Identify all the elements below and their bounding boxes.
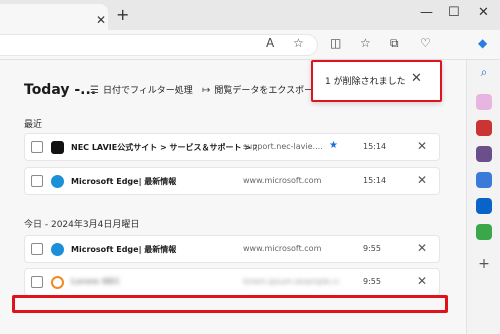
close-window-icon[interactable]: ✕	[478, 6, 489, 19]
row-checkbox[interactable]	[31, 141, 43, 153]
add-sidebar-icon[interactable]: +	[476, 256, 492, 272]
new-tab-icon[interactable]: +	[116, 7, 129, 23]
history-row[interactable]: Lorem NEC lorem.ipsum.example.com 9:55 ✕	[24, 268, 440, 296]
section-label-today: 今日 - 2024年3月4日月曜日	[24, 220, 140, 230]
row-title: Lorem NEC	[71, 277, 121, 286]
history-row[interactable]: Microsoft Edge| 最新情報 www.microsoft.com 9…	[24, 235, 440, 263]
delete-icon[interactable]: ✕	[417, 274, 427, 288]
edge-favicon-icon	[51, 175, 64, 188]
search-icon[interactable]: ⌕	[476, 64, 492, 80]
row-time: 9:55	[363, 244, 381, 253]
toast-message: 1 が削除されました	[325, 77, 406, 87]
tab-strip: ✕ + — ☐ ✕	[0, 0, 500, 30]
games-icon[interactable]	[476, 146, 492, 162]
row-time: 15:14	[363, 142, 387, 151]
row-checkbox[interactable]	[31, 175, 43, 187]
deleted-toast: 1 が削除されました ✕	[311, 60, 442, 102]
outlook-icon[interactable]	[476, 198, 492, 214]
export-label: 閲覧データをエクスポート	[214, 86, 312, 96]
copilot-icon[interactable]: ◆	[478, 36, 487, 50]
favorites-bar-icon[interactable]: ☆	[360, 36, 371, 50]
read-aloud-icon[interactable]: A	[266, 36, 274, 50]
split-screen-icon[interactable]: ◫	[330, 36, 341, 50]
maximize-icon[interactable]: ☐	[448, 6, 460, 19]
row-time: 15:14	[363, 176, 387, 185]
tools-icon[interactable]	[476, 120, 492, 136]
toast-close-icon[interactable]: ✕	[411, 71, 422, 86]
nec-favicon-icon	[51, 141, 64, 154]
active-tab[interactable]: ✕	[0, 4, 108, 30]
favorite-icon[interactable]: ☆	[293, 36, 304, 50]
history-row[interactable]: NEC LAVIE公式サイト > サービス＆サポート > ホ... suppor…	[24, 133, 440, 161]
row-title: Microsoft Edge| 最新情報	[71, 245, 177, 254]
filter-icon: ☰	[90, 85, 99, 96]
minimize-icon[interactable]: —	[420, 6, 433, 19]
edge-favicon-icon	[51, 243, 64, 256]
delete-icon[interactable]: ✕	[417, 173, 427, 187]
row-title: NEC LAVIE公式サイト > サービス＆サポート > ホ...	[71, 143, 257, 152]
row-checkbox[interactable]	[31, 276, 43, 288]
section-label-recent: 最近	[24, 120, 43, 130]
extensions-icon[interactable]: ♡	[420, 36, 431, 50]
collections-icon[interactable]: ⧉	[390, 36, 399, 50]
drop-icon[interactable]	[476, 224, 492, 240]
history-row[interactable]: Microsoft Edge| 最新情報 www.microsoft.com 1…	[24, 167, 440, 195]
row-title: Microsoft Edge| 最新情報	[71, 177, 177, 186]
row-checkbox[interactable]	[31, 243, 43, 255]
export-button[interactable]: ↦ 閲覧データをエクスポート	[202, 83, 312, 96]
delete-icon[interactable]: ✕	[417, 241, 427, 255]
microsoft365-icon[interactable]	[476, 172, 492, 188]
export-icon: ↦	[202, 85, 211, 96]
row-time: 9:55	[363, 277, 381, 286]
right-sidebar: ⌕ +	[466, 60, 500, 334]
row-url: www.microsoft.com	[243, 176, 322, 185]
star-icon: ★	[329, 140, 338, 151]
tab-close-icon[interactable]: ✕	[96, 14, 106, 26]
row-url: support.nec-lavie....	[243, 142, 323, 151]
orange-favicon-icon	[51, 276, 64, 289]
delete-icon[interactable]: ✕	[417, 139, 427, 153]
page-title: Today -...	[24, 82, 97, 98]
filter-by-date-button[interactable]: ☰ 日付でフィルター処理	[90, 83, 193, 96]
highlight-box	[12, 295, 448, 313]
shopping-icon[interactable]	[476, 94, 492, 110]
filter-label: 日付でフィルター処理	[102, 86, 193, 96]
row-url: www.microsoft.com	[243, 244, 322, 253]
row-url: lorem.ipsum.example.com	[243, 277, 339, 286]
